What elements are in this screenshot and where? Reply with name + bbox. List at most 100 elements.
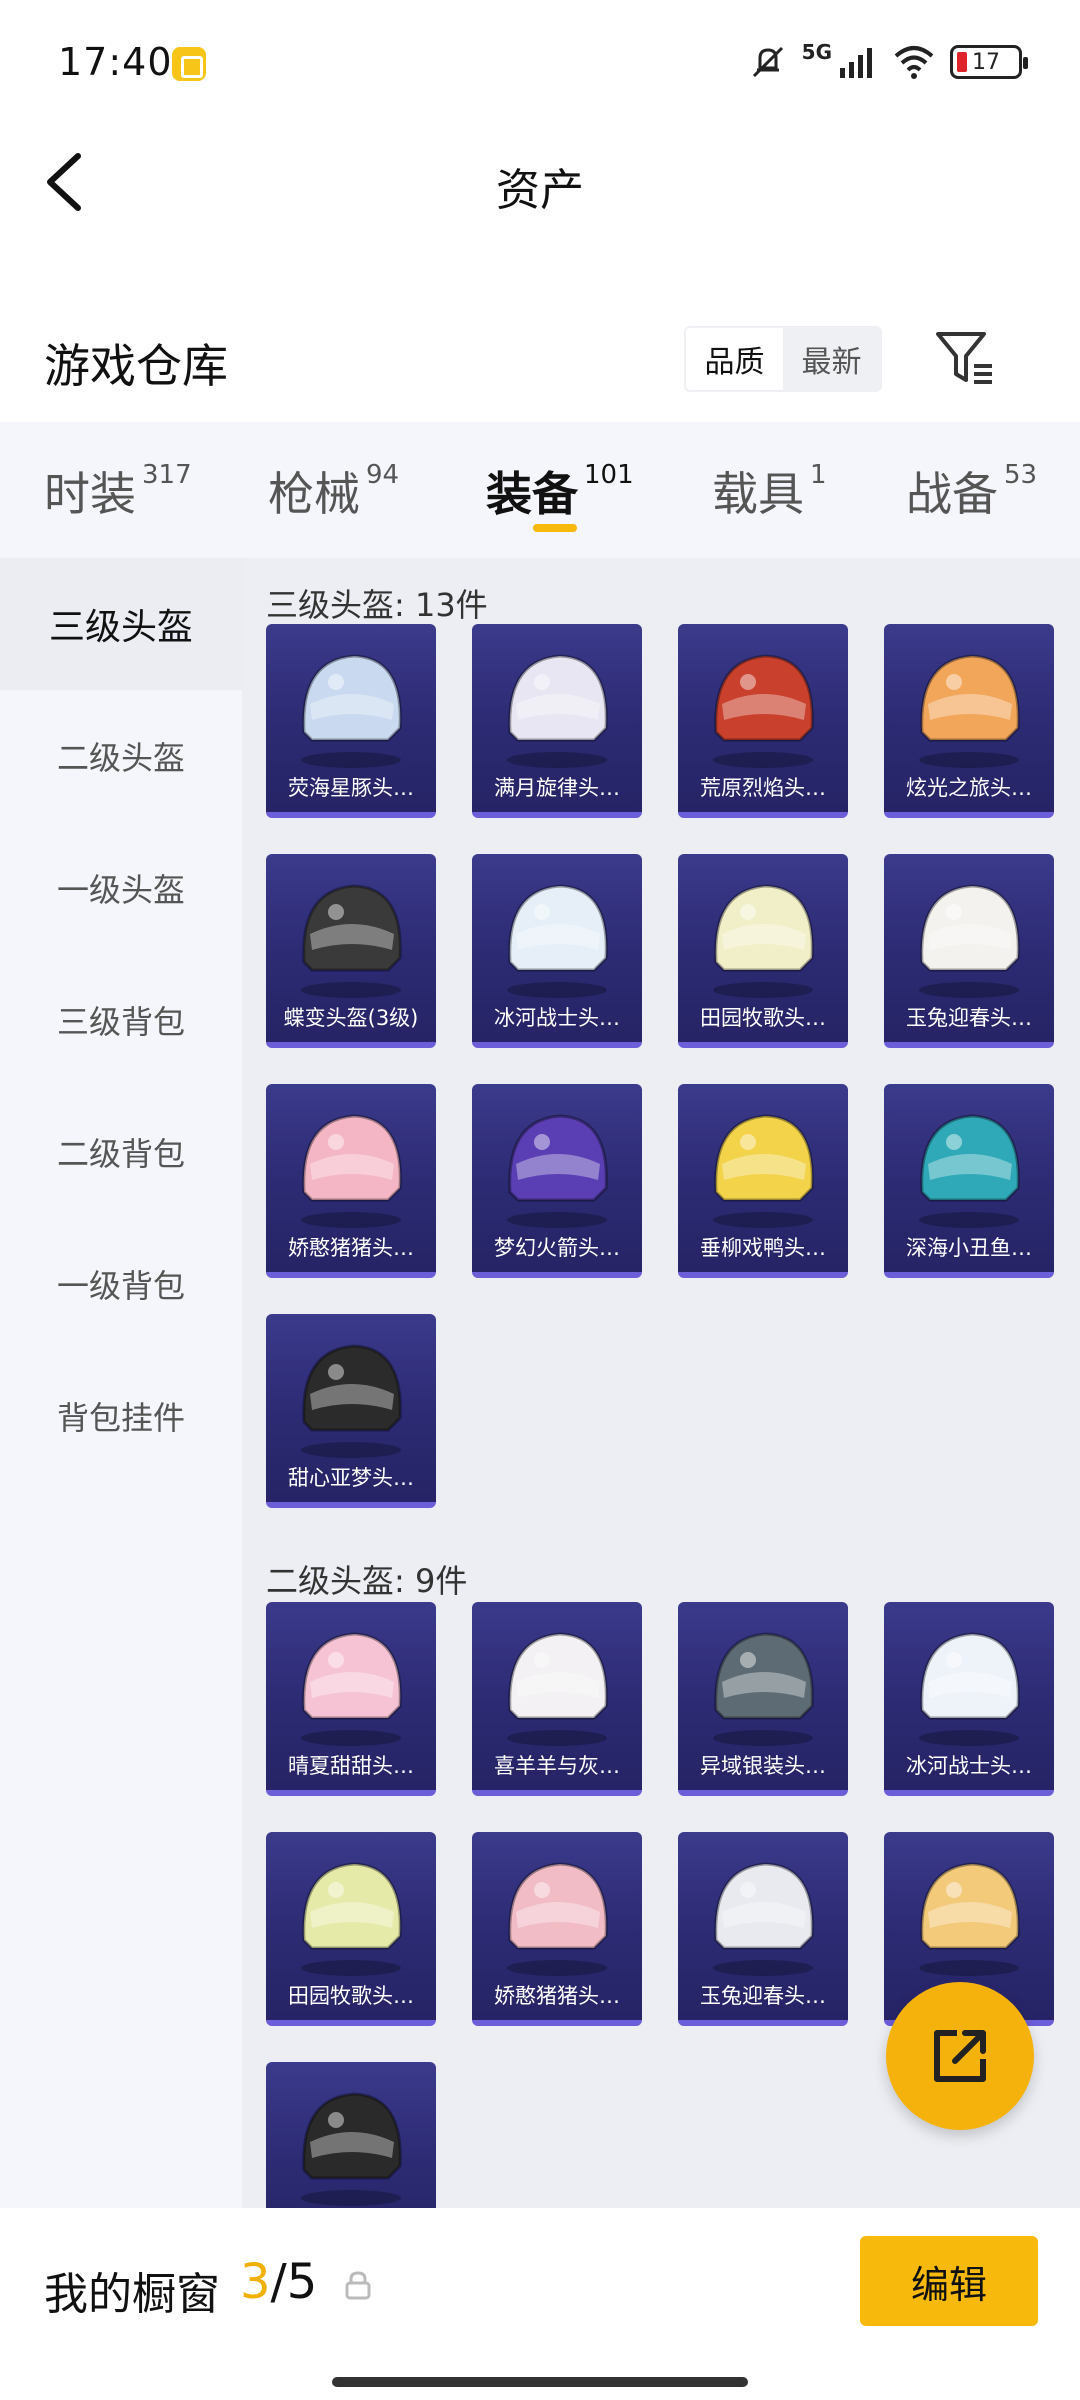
item-card-name: 梦幻火箭头… (494, 1236, 620, 1260)
item-card-name: 荒原烈焰头… (700, 776, 826, 800)
sort-newest-option[interactable]: 最新 (783, 328, 880, 390)
item-card-name: 玉兔迎春头… (700, 1984, 826, 2008)
item-card[interactable]: 娇憨猪猪头… (472, 1832, 642, 2026)
tab-label: 战备 (906, 467, 998, 521)
item-card[interactable]: 炫光之旅头… (884, 624, 1054, 818)
home-indicator (332, 2377, 748, 2387)
subcategory-sidebar: 三级头盔 二级头盔 一级头盔 三级背包 二级背包 一级背包 背包挂件 (0, 558, 242, 2208)
warehouse-header: 游戏仓库 品质 最新 (0, 300, 1080, 420)
helmet-icon (507, 1114, 608, 1228)
mute-icon (752, 46, 783, 78)
network-label: 5G (801, 40, 832, 64)
filter-icon[interactable] (932, 326, 998, 392)
item-card[interactable]: 田园牧歌头… (678, 854, 848, 1048)
showcase-label: 我的橱窗 (44, 2269, 220, 2320)
item-card-name: 冰河战士头… (906, 1754, 1032, 1778)
helmet-icon (713, 1632, 814, 1746)
category-tabs: 时装 317 枪械 94 装备 101 载具 1 战备 53 (0, 422, 1080, 558)
item-card[interactable]: 荧海星豚头… (266, 624, 436, 818)
sidebar-item-backpack-charm[interactable]: 背包挂件 (0, 1350, 242, 1482)
tab-count: 1 (810, 460, 827, 490)
item-card-name: 喜羊羊与灰… (494, 1754, 620, 1778)
showcase-bar: 我的橱窗 3/5 编辑 (0, 2208, 1080, 2400)
tab-count: 101 (584, 460, 634, 490)
helmet-icon (713, 654, 814, 768)
helmet-icon (301, 1862, 402, 1976)
tab-supplies[interactable]: 战备 53 (906, 458, 1037, 524)
item-card-name: 垂柳戏鸭头… (700, 1236, 826, 1260)
item-card-name: 蝶变头盔(3级) (283, 1006, 419, 1030)
helmet-icon (919, 654, 1020, 768)
item-card-name: 深海小丑鱼… (906, 1236, 1032, 1260)
helmet-icon (919, 884, 1020, 998)
item-card[interactable]: 喜羊羊与灰… (472, 1602, 642, 1796)
helmet-icon (713, 884, 814, 998)
item-card[interactable]: 荒原烈焰头… (678, 624, 848, 818)
signal-icon (840, 48, 872, 78)
item-card-name: 甜心亚梦头… (288, 1466, 414, 1490)
item-card[interactable]: 娇憨猪猪头… (266, 1084, 436, 1278)
sidebar-item-level2-backpack[interactable]: 二级背包 (0, 1086, 242, 1218)
status-icons: 5G 17 (748, 40, 1028, 84)
tab-count: 317 (142, 460, 192, 490)
item-card[interactable]: 甜心亚梦头… (266, 1314, 436, 1508)
helmet-icon (301, 1114, 402, 1228)
helmet-icon (713, 1862, 814, 1976)
item-card[interactable] (266, 2062, 436, 2208)
tab-vehicles[interactable]: 载具 1 (712, 458, 827, 524)
item-card[interactable]: 玉兔迎春头… (884, 854, 1054, 1048)
tab-equipment[interactable]: 装备 101 (486, 458, 634, 524)
helmet-icon (301, 884, 402, 998)
showcase-total: /5 (270, 2254, 318, 2310)
active-tab-indicator (533, 524, 577, 532)
share-fab-button[interactable] (886, 1982, 1034, 2130)
showcase-count: 3/5 (240, 2254, 317, 2310)
tab-count: 53 (1004, 460, 1038, 490)
section-title-level3-helmet: 三级头盔: 13件 (266, 586, 488, 624)
tab-firearms[interactable]: 枪械 94 (268, 458, 399, 524)
item-card-name: 田园牧歌头… (700, 1006, 826, 1030)
item-card[interactable]: 冰河战士头… (884, 1602, 1054, 1796)
sidebar-item-level3-backpack[interactable]: 三级背包 (0, 954, 242, 1086)
item-card[interactable]: 异域银装头… (678, 1602, 848, 1796)
page-title: 资产 (496, 165, 584, 216)
item-card-name: 异域银装头… (700, 1754, 826, 1778)
tab-fashion[interactable]: 时装 317 (44, 458, 192, 524)
helmet-icon (507, 1862, 608, 1976)
sidebar-item-level1-helmet[interactable]: 一级头盔 (0, 822, 242, 954)
sidebar-item-level1-backpack[interactable]: 一级背包 (0, 1218, 242, 1350)
share-icon (934, 2030, 986, 2082)
status-time: 17:40 (58, 40, 173, 84)
sort-quality-option[interactable]: 品质 (686, 328, 783, 390)
helmet-icon (301, 654, 402, 768)
item-card[interactable]: 蝶变头盔(3级) (266, 854, 436, 1048)
item-card-name: 炫光之旅头… (906, 776, 1032, 800)
helmet-icon (507, 884, 608, 998)
tab-label: 载具 (712, 467, 804, 521)
helmet-icon (301, 2092, 402, 2206)
helmet-icon (919, 1114, 1020, 1228)
helmet-icon (507, 654, 608, 768)
item-card[interactable]: 玉兔迎春头… (678, 1832, 848, 2026)
item-card[interactable]: 晴夏甜甜头… (266, 1602, 436, 1796)
helmet-icon (713, 1114, 814, 1228)
helmet-icon (301, 1632, 402, 1746)
lock-icon (345, 2271, 371, 2300)
item-card-name: 晴夏甜甜头… (288, 1754, 414, 1778)
item-card-name: 田园牧歌头… (288, 1984, 414, 2008)
tab-label: 装备 (486, 467, 578, 521)
item-grid-area: 三级头盔: 13件 荧海星豚头… 满月旋律头… 荒原烈焰头… 炫光之旅头… 蝶变头盔(3… (242, 558, 1080, 2208)
item-card[interactable]: 垂柳戏鸭头… (678, 1084, 848, 1278)
item-card[interactable]: 满月旋律头… (472, 624, 642, 818)
sidebar-item-level2-helmet[interactable]: 二级头盔 (0, 690, 242, 822)
warehouse-title: 游戏仓库 (44, 339, 228, 393)
item-card[interactable]: 田园牧歌头… (266, 1832, 436, 2026)
item-card-name: 冰河战士头… (494, 1006, 620, 1030)
sidebar-item-level3-helmet[interactable]: 三级头盔 (0, 558, 242, 690)
item-card[interactable]: 深海小丑鱼… (884, 1084, 1054, 1278)
item-card[interactable]: 冰河战士头… (472, 854, 642, 1048)
item-card[interactable]: 梦幻火箭头… (472, 1084, 642, 1278)
helmet-icon (301, 1344, 402, 1458)
item-card-name: 满月旋律头… (494, 776, 620, 800)
edit-button[interactable]: 编辑 (860, 2236, 1038, 2326)
